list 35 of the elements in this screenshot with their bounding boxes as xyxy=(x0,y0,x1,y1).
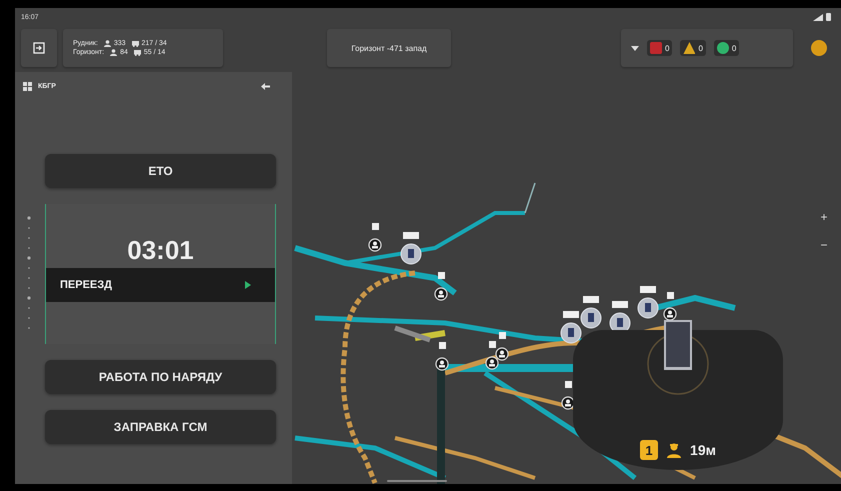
vehicle-marker-icon[interactable] xyxy=(560,311,582,344)
back-arrow-icon[interactable] xyxy=(261,82,270,90)
count-badge: 1 xyxy=(640,440,658,460)
worker-marker-icon[interactable] xyxy=(434,272,448,301)
vehicle-marker-icon[interactable] xyxy=(638,286,658,318)
zoom-button[interactable]: − xyxy=(817,238,831,252)
signal-icon xyxy=(813,14,823,20)
action-button[interactable]: ЕТО xyxy=(45,154,276,188)
timer-text: 03:01 xyxy=(127,234,194,266)
worker-marker-icon[interactable] xyxy=(368,223,382,252)
horizon-selector[interactable]: Горизонт -471 запад xyxy=(327,29,451,67)
worker-marker-icon[interactable] xyxy=(435,342,449,371)
play-icon xyxy=(245,280,251,288)
person-icon xyxy=(110,49,118,56)
exit-icon xyxy=(33,42,45,54)
worker-marker-icon[interactable] xyxy=(495,332,509,361)
person-icon xyxy=(104,40,111,47)
ok-filter[interactable]: 0 xyxy=(714,40,740,56)
battery-icon xyxy=(826,13,831,21)
vehicle-marker-icon[interactable] xyxy=(400,232,422,264)
mode-selector[interactable]: ПЕРЕЕЗД xyxy=(46,268,275,302)
vehicle-marker-icon[interactable] xyxy=(580,296,602,328)
truck-icon xyxy=(134,49,141,56)
chevron-icon[interactable] xyxy=(631,46,639,50)
action-button[interactable]: РАБОТА ПО НАРЯДУ xyxy=(45,360,276,394)
worker-icon xyxy=(666,442,682,458)
zoom-button[interactable]: + xyxy=(817,210,831,224)
worker-marker-icon[interactable] xyxy=(663,292,677,321)
distance-text: 19м xyxy=(690,442,716,458)
action-button[interactable]: ЗАПРАВКА ГСМ xyxy=(45,410,276,444)
grid-icon xyxy=(23,82,32,90)
error-filter[interactable]: 0 xyxy=(647,40,672,56)
warning-filter[interactable]: 0 xyxy=(680,40,706,56)
exit-button[interactable] xyxy=(21,29,57,67)
truck-icon xyxy=(132,40,138,47)
